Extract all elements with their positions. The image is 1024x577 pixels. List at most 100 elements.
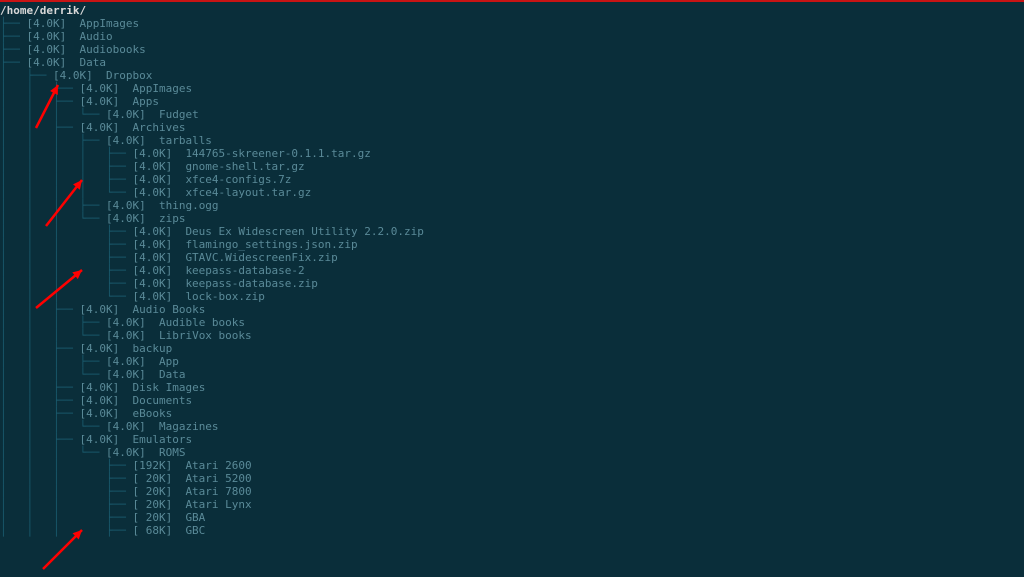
entry-size: [4.0K] <box>79 433 132 446</box>
tree-row: │ │ │ │ ├── [4.0K] gnome-shell.tar.gz <box>0 160 1024 173</box>
entry-name: ROMS <box>159 446 186 459</box>
tree-branch: │ │ ├── <box>0 303 79 316</box>
tree-branch: ├── <box>0 17 27 30</box>
tree-branch: │ │ │ ├── <box>0 355 106 368</box>
entry-name: Archives <box>132 121 185 134</box>
entry-size: [4.0K] <box>106 199 159 212</box>
tree-row: │ │ ├── [4.0K] backup <box>0 342 1024 355</box>
tree-row: │ │ │ ├── [4.0K] tarballs <box>0 134 1024 147</box>
tree-row: ├── [4.0K] Audiobooks <box>0 43 1024 56</box>
tree-row: │ │ ├── [4.0K] eBooks <box>0 407 1024 420</box>
tree-branch: │ │ ├── <box>0 381 79 394</box>
tree-row: │ │ │ └── [4.0K] ROMS <box>0 446 1024 459</box>
entry-name: Magazines <box>159 420 219 433</box>
tree-row: ├── [4.0K] Data <box>0 56 1024 69</box>
entry-name: Audio <box>79 30 112 43</box>
tree-row: │ │ │ ├── [4.0K] keepass-database-2 <box>0 264 1024 277</box>
tree-branch: │ │ │ ├── <box>0 238 132 251</box>
tree-branch: │ ├── <box>0 69 53 82</box>
tree-row: │ │ ├── [4.0K] Documents <box>0 394 1024 407</box>
entry-size: [4.0K] <box>106 368 159 381</box>
entry-size: [4.0K] <box>132 186 185 199</box>
tree-row: │ │ │ ├── [4.0K] Deus Ex Widescreen Util… <box>0 225 1024 238</box>
tree-branch: │ │ ├── <box>0 121 79 134</box>
entry-name: Audiobooks <box>79 43 145 56</box>
entry-name: Atari 2600 <box>185 459 251 472</box>
entry-name: AppImages <box>79 17 139 30</box>
entry-name: Audio Books <box>132 303 205 316</box>
entry-size: [4.0K] <box>106 446 159 459</box>
tree-row: │ │ │ └── [4.0K] lock-box.zip <box>0 290 1024 303</box>
entry-name: Disk Images <box>132 381 205 394</box>
tree-branch: │ │ │ └── <box>0 368 106 381</box>
tree-branch: │ │ │ └── <box>0 290 132 303</box>
entry-name: GTAVC.WidescreenFix.zip <box>185 251 337 264</box>
entry-size: [4.0K] <box>106 108 159 121</box>
entry-size: [4.0K] <box>132 238 185 251</box>
entry-size: [ 20K] <box>132 485 185 498</box>
tree-branch: │ │ ├── <box>0 394 79 407</box>
tree-row: │ │ │ ├── [4.0K] thing.ogg <box>0 199 1024 212</box>
entry-name: LibriVox books <box>159 329 252 342</box>
entry-size: [4.0K] <box>79 381 132 394</box>
entry-name: Data <box>79 56 106 69</box>
entry-name: Dropbox <box>106 69 152 82</box>
entry-size: [4.0K] <box>106 355 159 368</box>
entry-size: [4.0K] <box>132 290 185 303</box>
entry-size: [4.0K] <box>27 56 80 69</box>
entry-name: xfce4-configs.7z <box>185 173 291 186</box>
entry-size: [4.0K] <box>79 303 132 316</box>
entry-size: [4.0K] <box>132 225 185 238</box>
entry-size: [4.0K] <box>79 394 132 407</box>
tree-branch: │ │ │ ├── <box>0 511 132 524</box>
tree-row: │ │ ├── [4.0K] Emulators <box>0 433 1024 446</box>
tree-row: │ │ ├── [4.0K] AppImages <box>0 82 1024 95</box>
entry-size: [192K] <box>132 459 185 472</box>
tree-row: │ │ │ ├── [4.0K] GTAVC.WidescreenFix.zip <box>0 251 1024 264</box>
tree-row: │ │ │ ├── [ 68K] GBC <box>0 524 1024 537</box>
tree-row: │ │ │ ├── [192K] Atari 2600 <box>0 459 1024 472</box>
entry-size: [4.0K] <box>106 212 159 225</box>
tree-row: │ ├── [4.0K] Dropbox <box>0 69 1024 82</box>
tree-branch: │ │ │ ├── <box>0 134 106 147</box>
tree-row: │ │ │ ├── [ 20K] GBA <box>0 511 1024 524</box>
tree-row: │ │ │ └── [4.0K] Fudget <box>0 108 1024 121</box>
tree-branch: │ │ ├── <box>0 342 79 355</box>
entry-name: Documents <box>132 394 192 407</box>
tree-row: │ │ │ │ ├── [4.0K] 144765-skreener-0.1.1… <box>0 147 1024 160</box>
entry-size: [4.0K] <box>53 69 106 82</box>
entry-name: Emulators <box>132 433 192 446</box>
tree-branch: │ │ │ └── <box>0 329 106 342</box>
entry-size: [ 20K] <box>132 472 185 485</box>
tree-branch: │ │ │ ├── <box>0 251 132 264</box>
tree-row: │ │ │ ├── [4.0K] Audible books <box>0 316 1024 329</box>
entry-name: flamingo_settings.json.zip <box>185 238 357 251</box>
tree-row: │ │ │ ├── [ 20K] Atari Lynx <box>0 498 1024 511</box>
tree-row: ├── [4.0K] Audio <box>0 30 1024 43</box>
entry-size: [4.0K] <box>79 95 132 108</box>
entry-name: App <box>159 355 179 368</box>
entry-name: eBooks <box>132 407 172 420</box>
entry-name: Atari 5200 <box>185 472 251 485</box>
entry-name: Atari Lynx <box>185 498 251 511</box>
entry-size: [4.0K] <box>79 342 132 355</box>
entry-name: GBA <box>185 511 205 524</box>
entry-name: thing.ogg <box>159 199 219 212</box>
entry-name: zips <box>159 212 186 225</box>
entry-name: Atari 7800 <box>185 485 251 498</box>
tree-branch: │ │ │ ├── <box>0 316 106 329</box>
entry-name: xfce4-layout.tar.gz <box>185 186 311 199</box>
entry-size: [4.0K] <box>106 329 159 342</box>
tree-branch: ├── <box>0 43 27 56</box>
tree-branch: │ │ │ └── <box>0 446 106 459</box>
directory-tree: ├── [4.0K] AppImages├── [4.0K] Audio├── … <box>0 17 1024 537</box>
entry-size: [4.0K] <box>27 17 80 30</box>
tree-branch: │ │ │ └── <box>0 108 106 121</box>
entry-name: gnome-shell.tar.gz <box>185 160 304 173</box>
tree-branch: │ │ │ └── <box>0 420 106 433</box>
entry-name: 144765-skreener-0.1.1.tar.gz <box>185 147 370 160</box>
entry-size: [4.0K] <box>132 264 185 277</box>
tree-branch: │ │ │ ├── <box>0 472 132 485</box>
entry-name: keepass-database-2 <box>185 264 304 277</box>
entry-size: [4.0K] <box>27 30 80 43</box>
